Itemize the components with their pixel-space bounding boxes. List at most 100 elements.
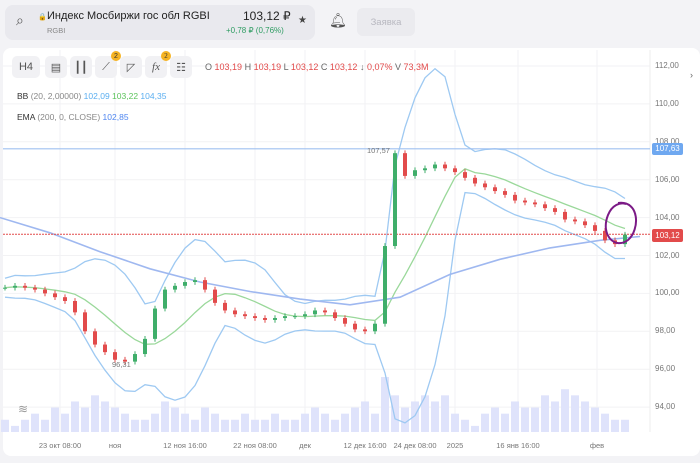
volume-bar — [291, 419, 299, 432]
volume-bar — [121, 413, 129, 432]
volume-bar — [141, 419, 149, 432]
candle-body — [33, 287, 37, 290]
bb-params: (20, 2,00000) — [30, 91, 82, 101]
ohlc-readout: O 103,19 H 103,19 L 103,12 C 103,12 ↓ 0,… — [205, 62, 429, 72]
bb-mid: 103,22 — [112, 91, 139, 101]
volume-bar — [311, 407, 319, 432]
volume-bar — [241, 413, 249, 432]
volume-bar — [451, 413, 459, 432]
candle-body — [283, 316, 287, 319]
low-value: 103,12 — [290, 62, 319, 72]
volume-bar — [301, 413, 309, 432]
candle-body — [73, 300, 77, 313]
sliders-icon: ☷ — [176, 61, 186, 74]
volume-bar — [151, 413, 159, 432]
candle-body — [523, 200, 527, 203]
volume-bar — [461, 419, 469, 432]
candle-body — [163, 289, 167, 309]
x-tick-label: дек — [299, 441, 311, 450]
o-label: O — [205, 62, 213, 72]
volume-bar — [541, 395, 549, 432]
candle-body — [333, 312, 337, 319]
candle-body — [533, 202, 537, 205]
template-button[interactable]: ▤ — [45, 56, 67, 78]
h-label: H — [244, 62, 252, 72]
template-icon: ▤ — [50, 61, 62, 74]
fx-icon: fx — [152, 61, 160, 73]
volume-bar — [91, 395, 99, 432]
volume-bar — [401, 407, 409, 432]
drawing-tools-button[interactable]: ⟋ 2 — [95, 51, 121, 78]
candle-body — [193, 280, 197, 283]
volume-bar — [71, 401, 79, 432]
volume-bar — [491, 407, 499, 432]
volume-bar — [341, 413, 349, 432]
volume-bar — [161, 401, 169, 432]
candle-body — [313, 310, 317, 315]
candle-body — [363, 329, 367, 332]
ema-label: EMA — [17, 112, 35, 122]
ema-legend[interactable]: EMA (200, 0, CLOSE) 102,85 — [17, 112, 129, 122]
candle-body — [473, 177, 477, 184]
volume-bar — [271, 413, 279, 432]
high-value: 103,19 — [253, 62, 282, 72]
x-tick-label: 22 ноя 08:00 — [233, 441, 277, 450]
volume-bar — [191, 419, 199, 432]
x-tick-label: 24 дек 08:00 — [393, 441, 437, 450]
volume-bar — [551, 401, 559, 432]
y-tick-label: 98,00 — [655, 326, 676, 336]
candle-body — [323, 310, 327, 313]
volume-bar — [511, 401, 519, 432]
volume-bar — [581, 401, 589, 432]
x-tick-label: 2025 — [446, 441, 464, 450]
interval-button[interactable]: H4 — [12, 56, 40, 78]
candle-body — [233, 310, 237, 315]
y-tick-label: 100,00 — [655, 288, 680, 298]
shapes-button[interactable]: ◸ — [120, 56, 142, 78]
volume-bar — [1, 419, 9, 432]
candle-body — [593, 225, 597, 231]
volume-bar — [281, 419, 289, 432]
bb-lower: 102,09 — [83, 91, 110, 101]
x-tick-label: 16 янв 16:00 — [496, 441, 540, 450]
candle-body — [493, 187, 497, 192]
candle-body — [433, 164, 437, 169]
chart-type-button[interactable]: ┃┃ — [70, 56, 92, 78]
candle-body — [183, 282, 187, 286]
candle-body — [143, 338, 147, 355]
candle-body — [153, 308, 157, 339]
candle-body — [103, 344, 107, 353]
volume-bar — [561, 389, 569, 432]
ema-params: (200, 0, CLOSE) — [37, 112, 101, 122]
volume-value: 73,3M — [403, 62, 429, 72]
candle-body — [503, 191, 507, 195]
candle-body — [573, 219, 577, 222]
level-price-text: 107,63 — [655, 144, 680, 153]
candle-body — [23, 285, 27, 288]
bb-upper: 104,35 — [140, 91, 167, 101]
tradingview-logo-icon: ≋ — [18, 402, 29, 416]
volume-bar — [21, 419, 29, 432]
candle-body — [203, 280, 207, 290]
volume-bar — [411, 401, 419, 432]
volume-bar — [481, 413, 489, 432]
settings-button[interactable]: ☷ — [170, 56, 192, 78]
shape-icon: ◸ — [126, 61, 136, 74]
scroll-right-icon[interactable]: › — [690, 70, 693, 80]
last-price-tag: 103,12 — [652, 229, 683, 242]
candle-body — [53, 293, 57, 298]
change-value: 0,07% — [366, 62, 393, 72]
indicators-button[interactable]: fx 2 — [145, 51, 171, 78]
y-tick-label: 94,00 — [655, 402, 676, 412]
volume-bar — [471, 425, 479, 432]
x-tick-label: 12 дек 16:00 — [343, 441, 387, 450]
candle-body — [423, 168, 427, 171]
candle-body — [583, 221, 587, 226]
l-label: L — [283, 62, 289, 72]
candle-body — [113, 352, 117, 360]
bb-legend[interactable]: BB (20, 2,00000) 102,09 103,22 104,35 — [17, 91, 166, 101]
volume-bar — [371, 413, 379, 432]
candle-body — [393, 153, 397, 247]
x-tick-label: фев — [589, 441, 605, 450]
candle-body — [403, 153, 407, 176]
